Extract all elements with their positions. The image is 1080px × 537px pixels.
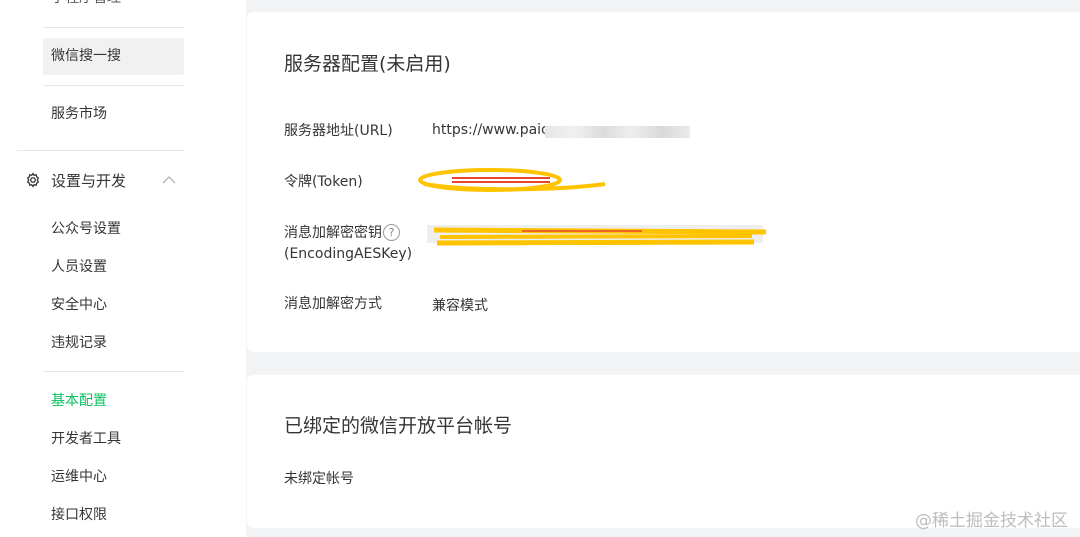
sidebar-item-service-market[interactable]: 服务市场	[51, 104, 107, 124]
sidebar: 小程序管理 微信搜一搜 服务市场 设置与开发 公众号设置 人员设置 安全中心 违…	[0, 0, 246, 537]
aeskey-redaction-scribble	[433, 227, 767, 246]
gear-icon	[26, 172, 40, 188]
encryption-mode-label: 消息加解密方式	[284, 296, 382, 312]
sidebar-item-ops-center[interactable]: 运维中心	[51, 467, 107, 487]
question-circle-icon[interactable]: ?	[383, 224, 400, 241]
sidebar-item-basic-config[interactable]: 基本配置	[51, 391, 107, 411]
sidebar-group-label: 设置与开发	[51, 172, 127, 190]
sidebar-divider	[17, 150, 184, 151]
chevron-up-icon[interactable]	[162, 175, 176, 185]
sidebar-item-miniprogram-management[interactable]: 小程序管理	[51, 0, 121, 8]
sidebar-item-violation-records[interactable]: 违规记录	[51, 333, 107, 353]
encryption-mode-value: 兼容模式	[432, 298, 488, 314]
watermark: @稀土掘金技术社区	[915, 511, 1068, 531]
token-label: 令牌(Token)	[284, 174, 363, 190]
aeskey-label-text: 消息加解密密钥	[284, 225, 382, 241]
url-value: https://www.paic	[432, 122, 549, 138]
sidebar-divider	[43, 85, 184, 86]
sidebar-divider	[43, 371, 184, 372]
sidebar-item-account-settings[interactable]: 公众号设置	[51, 219, 121, 239]
token-redaction-scribble	[418, 168, 606, 192]
url-redaction	[545, 126, 690, 138]
sidebar-item-staff-settings[interactable]: 人员设置	[51, 257, 107, 277]
sidebar-item-developer-tools[interactable]: 开发者工具	[51, 429, 121, 449]
bound-accounts-title: 已绑定的微信开放平台帐号	[284, 415, 513, 437]
sidebar-group-settings-dev[interactable]: 设置与开发	[24, 169, 184, 193]
sidebar-divider	[43, 27, 184, 28]
aeskey-label: 消息加解密密钥?	[284, 223, 400, 244]
sidebar-item-security-center[interactable]: 安全中心	[51, 295, 107, 315]
server-config-card: 服务器配置(未启用) 服务器地址(URL) https://www.paic 令…	[247, 12, 1080, 352]
url-label: 服务器地址(URL)	[284, 123, 393, 139]
bound-accounts-empty: 未绑定帐号	[284, 471, 354, 487]
aeskey-label-secondary: (EncodingAESKey)	[284, 246, 413, 262]
sidebar-item-wechat-search[interactable]: 微信搜一搜	[51, 46, 121, 66]
server-config-title: 服务器配置(未启用)	[284, 53, 451, 75]
sidebar-item-api-permissions[interactable]: 接口权限	[51, 505, 107, 525]
